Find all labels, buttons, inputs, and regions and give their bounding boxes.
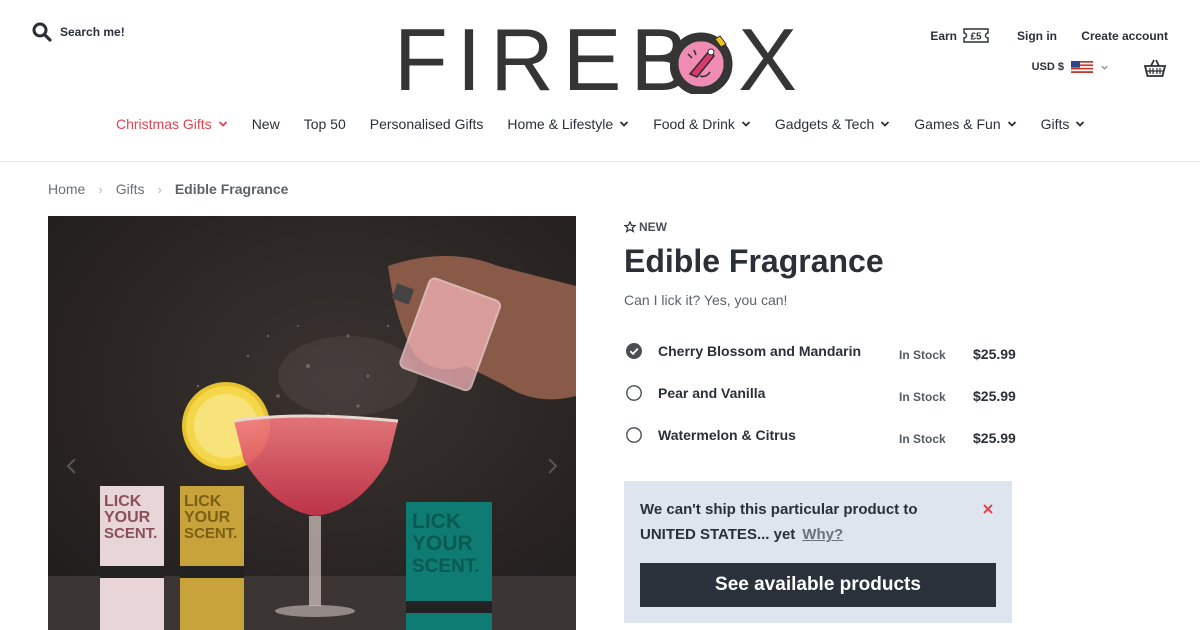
create-account-link[interactable]: Create account <box>1081 29 1168 43</box>
chevron-down-icon <box>218 121 227 127</box>
variant-price: $25.99 <box>973 430 1016 446</box>
site-header: Search me! FIREB X Earn £5 Sign in Creat… <box>0 0 1200 162</box>
logo-text-end: X <box>738 10 806 109</box>
nav-item-top-50[interactable]: Top 50 <box>304 116 346 132</box>
nav-label: Gadgets & Tech <box>774 116 875 132</box>
variant-option[interactable]: Cherry Blossom and Mandarin In Stock $25… <box>624 330 1016 372</box>
basket-icon <box>1143 59 1167 77</box>
variant-price: $25.99 <box>973 388 1016 404</box>
star-icon <box>624 221 636 233</box>
box-text-line: YOUR <box>412 532 473 555</box>
nav-item-christmas-gifts[interactable]: Christmas Gifts <box>116 116 228 132</box>
nav-label: Home & Lifestyle <box>507 116 614 132</box>
nav-label: Games & Fun <box>914 116 1001 132</box>
radio-unchecked-icon[interactable] <box>626 385 642 401</box>
product-info: NEW Edible Fragrance Can I lick it? Yes,… <box>624 220 1016 456</box>
box-text-line: YOUR <box>104 509 151 526</box>
firebox-logo[interactable]: FIREB X <box>394 10 806 109</box>
shipping-notice: We can't ship this particular product to… <box>624 481 1012 623</box>
chevron-down-icon <box>741 121 751 127</box>
variant-list: Cherry Blossom and Mandarin In Stock $25… <box>624 330 1016 456</box>
search-label: Search me! <box>60 25 125 39</box>
variant-stock: In Stock <box>899 432 946 446</box>
currency-selector[interactable]: USD $ <box>1032 61 1109 73</box>
breadcrumb: Home › Gifts › Edible Fragrance <box>48 181 288 197</box>
breadcrumb-separator-icon: › <box>157 181 162 197</box>
variant-option[interactable]: Pear and Vanilla In Stock $25.99 <box>624 372 1016 414</box>
earn-link[interactable]: Earn £5 <box>930 28 990 43</box>
search-icon <box>32 22 52 42</box>
nav-item-gifts[interactable]: Gifts <box>1041 116 1086 132</box>
us-flag-icon <box>1071 61 1093 73</box>
box-text-line: SCENT. <box>412 556 480 577</box>
chevron-down-icon <box>1076 121 1085 127</box>
main-nav: Christmas Gifts New Top 50 Personalised … <box>116 116 1109 132</box>
gallery-prev-arrow-icon[interactable] <box>62 456 82 476</box>
box-text-line: YOUR <box>184 509 231 526</box>
nav-item-personalised-gifts[interactable]: Personalised Gifts <box>370 116 484 132</box>
radio-unchecked-icon[interactable] <box>626 427 642 443</box>
shipping-message-block: We can't ship this particular product to… <box>640 497 970 547</box>
box-text-line: LICK <box>184 493 222 510</box>
earn-badge: £5 <box>970 32 982 43</box>
variant-stock: In Stock <box>899 390 946 404</box>
gallery-next-arrow-icon[interactable] <box>542 456 562 476</box>
sign-in-link[interactable]: Sign in <box>1017 29 1057 43</box>
chevron-down-icon <box>620 121 629 127</box>
nav-label: Personalised Gifts <box>369 116 484 132</box>
product-image-gallery[interactable]: LICK YOUR SCENT. LICK YOUR SCENT. LICK Y… <box>48 216 576 630</box>
variant-price: $25.99 <box>973 346 1016 362</box>
product-photo: LICK YOUR SCENT. LICK YOUR SCENT. LICK Y… <box>48 216 576 630</box>
variant-option[interactable]: Watermelon & Citrus In Stock $25.99 <box>624 414 1016 456</box>
variant-name: Cherry Blossom and Mandarin <box>658 343 862 359</box>
basket-button[interactable] <box>1143 58 1167 83</box>
product-subtitle: Can I lick it? Yes, you can! <box>624 292 788 308</box>
nav-item-gadgets-tech[interactable]: Gadgets & Tech <box>775 116 890 132</box>
chevron-down-icon <box>1101 65 1108 70</box>
logo-mascot-icon <box>670 32 733 94</box>
variant-name: Watermelon & Citrus <box>658 427 796 443</box>
variant-name: Pear and Vanilla <box>658 385 766 401</box>
logo-text: FIREB <box>394 10 699 109</box>
why-link[interactable]: Why? <box>802 526 843 543</box>
nav-label: Food & Drink <box>653 116 735 132</box>
search-button[interactable]: Search me! <box>32 22 125 42</box>
breadcrumb-home[interactable]: Home <box>48 181 85 197</box>
nav-label: Christmas Gifts <box>116 116 212 132</box>
voucher-icon: £5 <box>963 28 989 43</box>
nav-label: Gifts <box>1040 116 1070 132</box>
radio-checked-icon[interactable] <box>626 343 642 359</box>
chevron-down-icon <box>881 121 890 127</box>
new-badge: NEW <box>624 220 1012 234</box>
nav-item-games-fun[interactable]: Games & Fun <box>914 116 1016 132</box>
nav-item-home-lifestyle[interactable]: Home & Lifestyle <box>507 116 629 132</box>
box-text-line: LICK <box>412 510 461 533</box>
nav-label: Top 50 <box>303 116 346 132</box>
box-text-line: SCENT. <box>184 525 237 542</box>
product-title: Edible Fragrance <box>624 243 884 279</box>
earn-label: Earn <box>930 28 957 43</box>
see-available-products-button[interactable]: See available products <box>640 563 996 607</box>
shipping-message: We can't ship this particular product to… <box>640 501 918 543</box>
breadcrumb-current: Edible Fragrance <box>174 181 289 197</box>
new-badge-label: NEW <box>639 220 667 234</box>
box-text-line: LICK <box>104 493 142 510</box>
breadcrumb-separator-icon: › <box>98 181 103 197</box>
box-text-line: SCENT. <box>104 525 157 542</box>
breadcrumb-gifts[interactable]: Gifts <box>116 181 145 197</box>
nav-item-new[interactable]: New <box>252 116 280 132</box>
chevron-down-icon <box>1007 121 1016 127</box>
variant-stock: In Stock <box>899 348 946 362</box>
close-icon[interactable] <box>982 503 994 515</box>
currency-label: USD $ <box>1031 61 1064 73</box>
nav-label: New <box>251 116 280 132</box>
nav-item-food-drink[interactable]: Food & Drink <box>653 116 751 132</box>
